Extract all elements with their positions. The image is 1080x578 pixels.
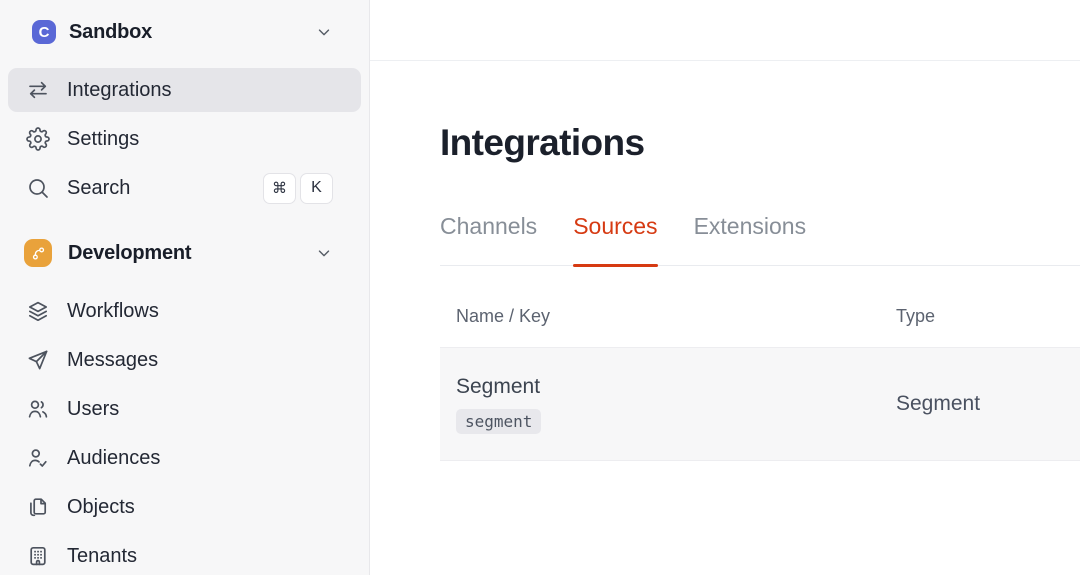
column-header-type: Type — [896, 306, 936, 326]
sidebar-item-label: Integrations — [67, 78, 172, 101]
search-shortcut: ⌘ K — [263, 172, 333, 204]
sidebar-item-integrations[interactable]: Integrations — [8, 68, 361, 112]
sidebar-item-settings[interactable]: Settings — [8, 117, 361, 161]
sidebar-item-tenants[interactable]: Tenants — [8, 534, 361, 578]
swap-arrows-icon — [26, 78, 50, 102]
sidebar-item-label: Search — [67, 176, 131, 199]
top-bar — [370, 0, 1080, 61]
person-check-icon — [26, 446, 50, 470]
name-key-cell: Segment segment — [440, 375, 896, 434]
workspace-switcher[interactable]: C Sandbox — [8, 12, 361, 52]
table-row[interactable]: Segment segment Segment — [440, 347, 1080, 461]
integrations-page: Integrations Channels Sources Extensions… — [370, 121, 1080, 461]
page-title: Integrations — [440, 122, 645, 163]
column-header-name-key: Name / Key — [456, 306, 551, 326]
sidebar-item-label: Users — [67, 397, 120, 420]
sidebar-item-label: Tenants — [67, 544, 138, 567]
section-label: Development — [68, 241, 192, 264]
sources-table: Name / Key Type Segment segment Segment — [440, 266, 1080, 461]
gear-icon — [26, 127, 50, 151]
sidebar-item-label: Objects — [67, 495, 135, 518]
sidebar-item-label: Messages — [67, 348, 159, 371]
users-icon — [26, 397, 50, 421]
sidebar-item-label: Audiences — [67, 446, 161, 469]
source-name: Segment — [456, 374, 541, 398]
source-key-badge: segment — [456, 408, 542, 434]
chevron-down-icon — [315, 244, 333, 262]
tab-extensions[interactable]: Extensions — [694, 213, 807, 265]
main-content: Integrations Channels Sources Extensions… — [370, 0, 1080, 575]
k-key: K — [300, 172, 333, 204]
sidebar-item-messages[interactable]: Messages — [8, 338, 361, 382]
sidebar-item-label: Workflows — [67, 299, 159, 322]
branch-icon — [24, 239, 52, 267]
tab-channels[interactable]: Channels — [440, 213, 537, 265]
table-header: Name / Key Type — [440, 266, 1080, 347]
paper-plane-icon — [26, 348, 50, 372]
workspace-name: Sandbox — [69, 20, 153, 43]
sidebar: C Sandbox Integrations Settings Search ⌘… — [0, 0, 370, 575]
sidebar-item-search[interactable]: Search ⌘ K — [8, 166, 361, 210]
cmd-key: ⌘ — [263, 172, 296, 204]
sidebar-item-objects[interactable]: Objects — [8, 485, 361, 529]
tab-sources[interactable]: Sources — [573, 213, 658, 267]
tab-bar: Channels Sources Extensions — [440, 213, 1080, 267]
sidebar-item-workflows[interactable]: Workflows — [8, 289, 361, 333]
sidebar-section-development[interactable]: Development — [8, 228, 361, 278]
chevron-down-icon — [315, 23, 333, 41]
search-icon — [26, 176, 50, 200]
sidebar-item-audiences[interactable]: Audiences — [8, 436, 361, 480]
copy-pages-icon — [26, 495, 50, 519]
building-icon — [26, 544, 50, 568]
workspace-logo: C — [32, 20, 56, 44]
type-cell: Segment — [896, 392, 981, 415]
layers-icon — [26, 299, 50, 323]
sidebar-item-users[interactable]: Users — [8, 387, 361, 431]
sidebar-item-label: Settings — [67, 127, 140, 150]
